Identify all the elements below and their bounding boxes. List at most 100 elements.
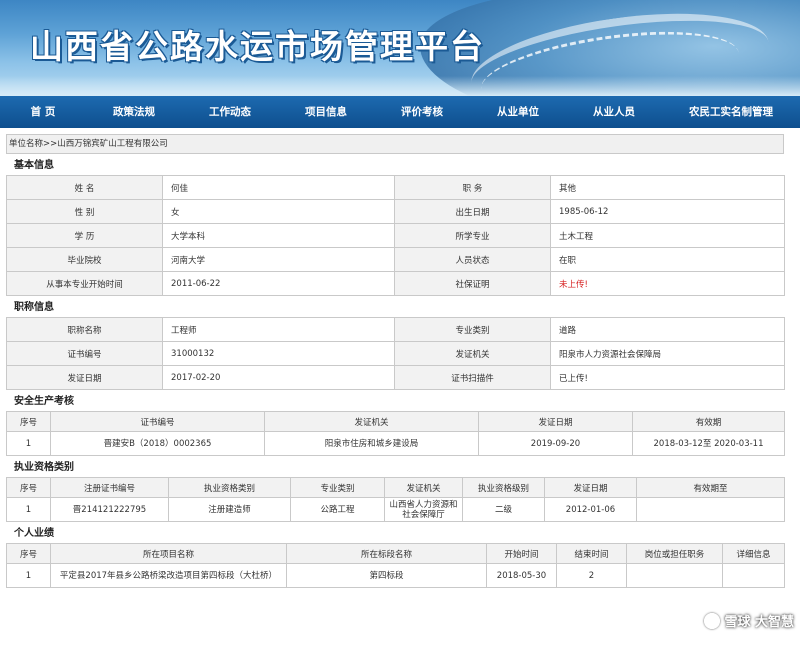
nav-policy[interactable]: 政策法规 bbox=[86, 96, 182, 128]
field-value: 河南大学 bbox=[162, 247, 395, 272]
field-value: 2017-02-20 bbox=[162, 365, 395, 390]
field-label: 发证日期 bbox=[6, 365, 163, 390]
field-label: 学 历 bbox=[6, 223, 163, 248]
table-cell: 1 bbox=[6, 563, 51, 588]
column-header: 有效期 bbox=[632, 411, 785, 432]
breadcrumb: 单位名称>>山西万锦宾矿山工程有限公司 bbox=[6, 134, 784, 154]
table-cell: 2019-09-20 bbox=[478, 431, 633, 456]
table-row: 1 晋建安B（2018）0002365 阳泉市住房和城乡建设局 2019-09-… bbox=[6, 431, 785, 456]
column-header: 开始时间 bbox=[486, 543, 557, 564]
nav-home[interactable]: 首 页 bbox=[0, 96, 86, 128]
column-header: 证书编号 bbox=[50, 411, 265, 432]
field-value: 其他 bbox=[550, 175, 785, 200]
table-header-row: 序号 所在项目名称 所在标段名称 开始时间 结束时间 岗位或担任职务 详细信息 bbox=[6, 543, 785, 564]
table-cell: 公路工程 bbox=[290, 497, 385, 522]
field-value: 阳泉市人力资源社会保障局 bbox=[550, 341, 785, 366]
field-label: 社保证明 bbox=[394, 271, 551, 296]
column-header: 执业资格类别 bbox=[168, 477, 291, 498]
field-label: 从事本专业开始时间 bbox=[6, 271, 163, 296]
column-header: 发证机关 bbox=[384, 477, 463, 498]
detail-link[interactable] bbox=[722, 563, 785, 588]
table-cell: 晋214121222795 bbox=[50, 497, 169, 522]
table-cell bbox=[636, 497, 785, 522]
table-row: 性 别 女 出生日期 1985-06-12 bbox=[6, 199, 785, 224]
snowball-logo-icon bbox=[704, 612, 721, 629]
section-title-basic: 基本信息 bbox=[14, 160, 54, 171]
table-cell: 2012-01-06 bbox=[544, 497, 637, 522]
field-value: 1985-06-12 bbox=[550, 199, 785, 224]
field-value: 大学本科 bbox=[162, 223, 395, 248]
table-cell: 平定县2017年县乡公路桥梁改造项目第四标段（大杜桥） bbox=[50, 563, 287, 588]
table-row: 毕业院校 河南大学 人员状态 在职 bbox=[6, 247, 785, 272]
banner-fade bbox=[0, 76, 800, 96]
field-value: 女 bbox=[162, 199, 395, 224]
table-header-row: 序号 证书编号 发证机关 发证日期 有效期 bbox=[6, 411, 785, 432]
nav-companies[interactable]: 从业单位 bbox=[470, 96, 566, 128]
nav-evaluation[interactable]: 评价考核 bbox=[374, 96, 470, 128]
site-title: 山西省公路水运市场管理平台 bbox=[30, 27, 485, 66]
field-value: 在职 bbox=[550, 247, 785, 272]
main-content: 单位名称>>山西万锦宾矿山工程有限公司 基本信息 姓 名 何佳 职 务 其他 性… bbox=[6, 134, 785, 588]
qualification-table: 序号 注册证书编号 执业资格类别 专业类别 发证机关 执业资格级别 发证日期 有… bbox=[6, 477, 785, 522]
field-label: 出生日期 bbox=[394, 199, 551, 224]
field-label: 人员状态 bbox=[394, 247, 551, 272]
table-row: 1 晋214121222795 注册建造师 公路工程 山西省人力资源和社会保障厅… bbox=[6, 497, 785, 522]
table-cell: 晋建安B（2018）0002365 bbox=[50, 431, 265, 456]
column-header: 序号 bbox=[6, 543, 51, 564]
section-title-performance: 个人业绩 bbox=[14, 528, 54, 539]
nav-migrant-workers[interactable]: 农民工实名制管理 bbox=[662, 96, 800, 128]
column-header: 序号 bbox=[6, 477, 51, 498]
column-header: 有效期至 bbox=[636, 477, 785, 498]
table-cell: 2018-05-30 bbox=[486, 563, 557, 588]
table-row: 从事本专业开始时间 2011-06-22 社保证明 未上传! bbox=[6, 271, 785, 296]
safety-assessment-table: 序号 证书编号 发证机关 发证日期 有效期 1 晋建安B（2018）000236… bbox=[6, 411, 785, 456]
watermark-text: 雪球 大智慧 bbox=[724, 615, 794, 630]
column-header: 结束时间 bbox=[556, 543, 627, 564]
section-title-qualification: 执业资格类别 bbox=[14, 462, 74, 473]
table-cell: 注册建造师 bbox=[168, 497, 291, 522]
section-title-professional: 职称信息 bbox=[14, 302, 54, 313]
header-banner: 山西省公路水运市场管理平台 bbox=[0, 0, 800, 96]
professional-title-table: 职称名称 工程师 专业类别 道路 证书编号 31000132 发证机关 阳泉市人… bbox=[6, 317, 785, 390]
field-value: 31000132 bbox=[162, 341, 395, 366]
field-label: 所学专业 bbox=[394, 223, 551, 248]
field-label: 性 别 bbox=[6, 199, 163, 224]
watermark: 雪球 大智慧 bbox=[704, 611, 794, 630]
column-header: 执业资格级别 bbox=[462, 477, 545, 498]
field-label: 职称名称 bbox=[6, 317, 163, 342]
column-header: 发证日期 bbox=[478, 411, 633, 432]
column-header: 发证机关 bbox=[264, 411, 479, 432]
field-label: 证书编号 bbox=[6, 341, 163, 366]
field-label: 毕业院校 bbox=[6, 247, 163, 272]
field-value: 道路 bbox=[550, 317, 785, 342]
section-title-safety: 安全生产考核 bbox=[14, 396, 74, 407]
column-header: 专业类别 bbox=[290, 477, 385, 498]
certificate-scan-link[interactable]: 已上传! bbox=[550, 365, 785, 390]
table-cell: 山西省人力资源和社会保障厅 bbox=[384, 497, 463, 522]
table-row: 证书编号 31000132 发证机关 阳泉市人力资源社会保障局 bbox=[6, 341, 785, 366]
field-label: 姓 名 bbox=[6, 175, 163, 200]
column-header: 岗位或担任职务 bbox=[626, 543, 723, 564]
field-value: 何佳 bbox=[162, 175, 395, 200]
field-value: 工程师 bbox=[162, 317, 395, 342]
column-header: 所在标段名称 bbox=[286, 543, 487, 564]
field-label: 职 务 bbox=[394, 175, 551, 200]
field-label: 专业类别 bbox=[394, 317, 551, 342]
nav-personnel[interactable]: 从业人员 bbox=[566, 96, 662, 128]
column-header: 序号 bbox=[6, 411, 51, 432]
column-header: 发证日期 bbox=[544, 477, 637, 498]
field-label: 证书扫描件 bbox=[394, 365, 551, 390]
table-cell: 二级 bbox=[462, 497, 545, 522]
main-nav: 首 页 政策法规 工作动态 项目信息 评价考核 从业单位 从业人员 农民工实名制… bbox=[0, 96, 800, 128]
table-row: 发证日期 2017-02-20 证书扫描件 已上传! bbox=[6, 365, 785, 390]
column-header: 详细信息 bbox=[722, 543, 785, 564]
performance-table: 序号 所在项目名称 所在标段名称 开始时间 结束时间 岗位或担任职务 详细信息 … bbox=[6, 543, 785, 588]
nav-projects[interactable]: 项目信息 bbox=[278, 96, 374, 128]
table-cell: 第四标段 bbox=[286, 563, 487, 588]
nav-news[interactable]: 工作动态 bbox=[182, 96, 278, 128]
table-row: 学 历 大学本科 所学专业 土木工程 bbox=[6, 223, 785, 248]
basic-info-table: 姓 名 何佳 职 务 其他 性 别 女 出生日期 1985-06-12 学 历 … bbox=[6, 175, 785, 296]
table-cell: 1 bbox=[6, 497, 51, 522]
table-row: 姓 名 何佳 职 务 其他 bbox=[6, 175, 785, 200]
table-row: 1 平定县2017年县乡公路桥梁改造项目第四标段（大杜桥） 第四标段 2018-… bbox=[6, 563, 785, 588]
